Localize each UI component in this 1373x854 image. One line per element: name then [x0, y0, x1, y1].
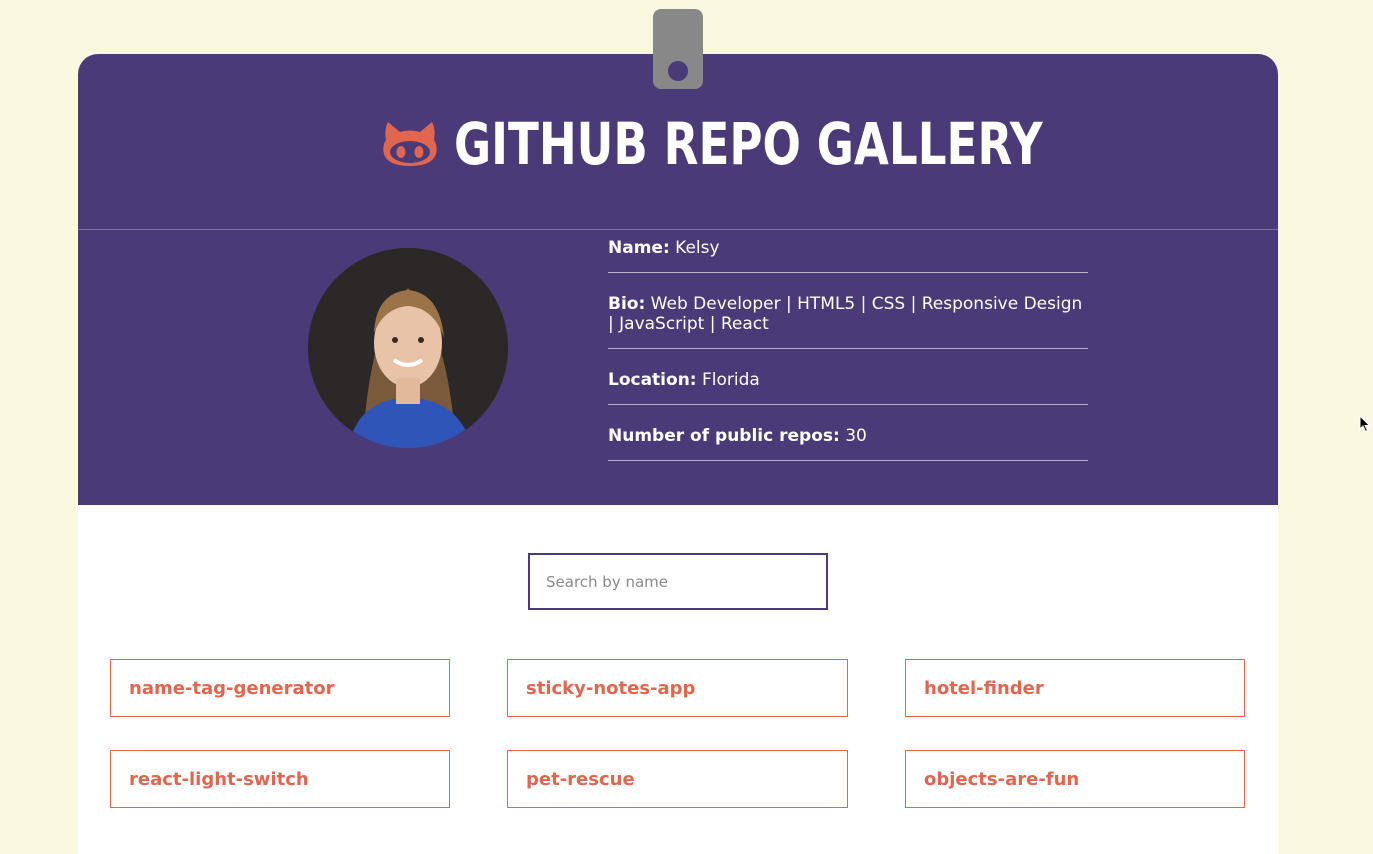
profile-location-row: Location: Florida	[608, 362, 1088, 405]
repo-card[interactable]: hotel-finder	[905, 659, 1245, 717]
avatar	[308, 248, 508, 448]
repo-card[interactable]: name-tag-generator	[110, 659, 450, 717]
name-label: Name:	[608, 238, 670, 258]
name-value: Kelsy	[675, 238, 720, 258]
bio-label: Bio:	[608, 294, 646, 314]
badge-clip	[653, 9, 703, 89]
repo-name[interactable]: hotel-finder	[924, 678, 1044, 699]
repos-count-value: 30	[845, 426, 867, 446]
profile-bio-row: Bio: Web Developer | HTML5 | CSS | Respo…	[608, 286, 1088, 349]
repo-name[interactable]: react-light-switch	[129, 769, 309, 790]
user-profile: Name: Kelsy Bio: Web Developer | HTML5 |…	[78, 230, 1278, 505]
search-container	[528, 553, 828, 610]
bio-value: Web Developer | HTML5 | CSS | Responsive…	[608, 294, 1083, 334]
profile-name-row: Name: Kelsy	[608, 230, 1088, 273]
gallery-card: GITHUB REPO GALLERY Name: Kelsy Bio: Web…	[78, 54, 1278, 854]
repo-name[interactable]: pet-rescue	[526, 769, 635, 790]
repo-card[interactable]: react-light-switch	[110, 750, 450, 808]
profile-info: Name: Kelsy Bio: Web Developer | HTML5 |…	[608, 230, 1088, 474]
repo-card[interactable]: sticky-notes-app	[507, 659, 848, 717]
profile-repos-row: Number of public repos: 30	[608, 418, 1088, 461]
page-title: GITHUB REPO GALLERY	[454, 110, 1043, 178]
mouse-pointer-icon	[1359, 415, 1371, 433]
repo-name[interactable]: name-tag-generator	[129, 678, 335, 699]
repo-card[interactable]: objects-are-fun	[905, 750, 1245, 808]
repo-name[interactable]: objects-are-fun	[924, 769, 1079, 790]
avatar-image	[308, 248, 508, 448]
clip-hole	[668, 61, 688, 81]
repos-count-label: Number of public repos:	[608, 426, 840, 446]
repo-name[interactable]: sticky-notes-app	[526, 678, 695, 699]
location-label: Location:	[608, 370, 697, 390]
search-input[interactable]	[528, 553, 828, 610]
octocat-icon	[383, 122, 437, 166]
title-row: GITHUB REPO GALLERY	[78, 104, 1278, 184]
repo-card[interactable]: pet-rescue	[507, 750, 848, 808]
location-value: Florida	[702, 370, 760, 390]
